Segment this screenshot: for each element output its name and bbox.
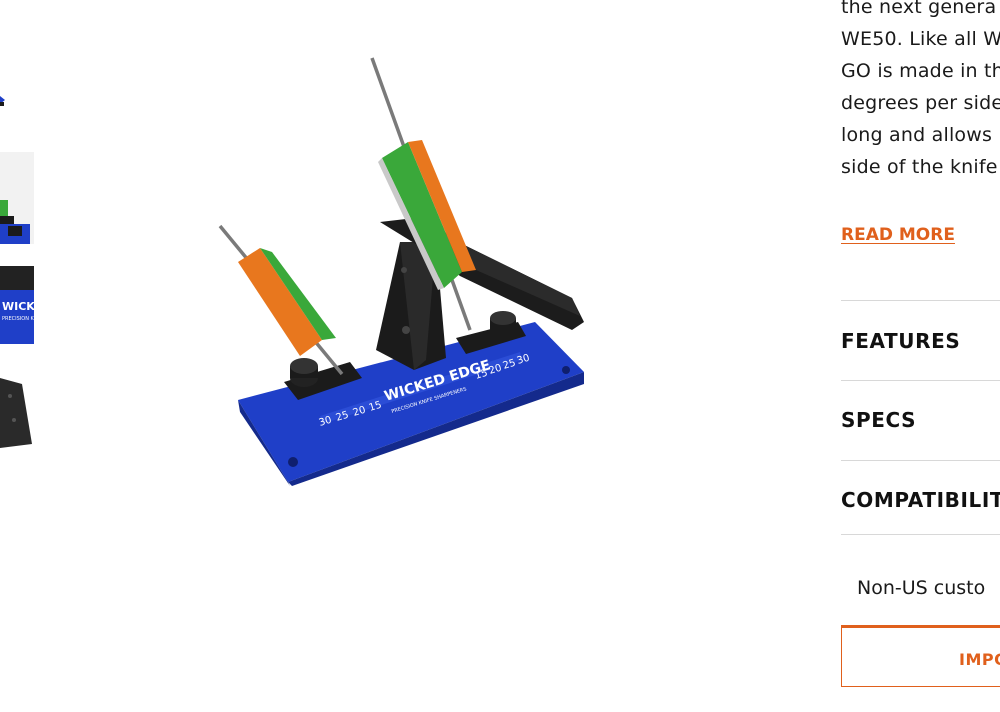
description-line: long and allows bbox=[841, 124, 993, 146]
thumbnail-1[interactable] bbox=[0, 88, 34, 112]
thumbnail-strip: WICKE PRECISION KN bbox=[0, 0, 36, 712]
thumbnail-2[interactable] bbox=[0, 152, 34, 244]
product-details: the next genera WE50. Like all W GO is m… bbox=[841, 0, 1000, 712]
import-button[interactable]: IMPO bbox=[841, 625, 1000, 687]
description-line: the next genera bbox=[841, 0, 997, 18]
import-button-label: IMPO bbox=[959, 650, 1000, 669]
divider bbox=[841, 300, 1000, 301]
accordion-features[interactable]: FEATURES bbox=[841, 329, 960, 353]
description-line: degrees per side bbox=[841, 92, 1000, 114]
svg-text:WICKE: WICKE bbox=[2, 300, 34, 313]
thumbnail-3[interactable]: WICKE PRECISION KN bbox=[0, 266, 34, 344]
svg-text:PRECISION KN: PRECISION KN bbox=[2, 316, 34, 322]
divider bbox=[841, 380, 1000, 381]
accordion-specs[interactable]: SPECS bbox=[841, 408, 916, 432]
read-more-link[interactable]: READ MORE bbox=[841, 225, 955, 245]
description-line: GO is made in th bbox=[841, 60, 1000, 82]
description-line: WE50. Like all W bbox=[841, 28, 1000, 50]
divider bbox=[841, 534, 1000, 535]
thumbnail-4[interactable] bbox=[0, 378, 34, 448]
divider bbox=[841, 460, 1000, 461]
product-image: WICKED EDGE PRECISION KNIFE SHARPENERS 3… bbox=[200, 40, 620, 500]
accordion-compatibility[interactable]: COMPATIBILIT bbox=[841, 488, 1000, 512]
shipping-notice: Non-US custo bbox=[857, 577, 986, 599]
description-line: side of the knife bbox=[841, 156, 998, 178]
left-sharpening-rod bbox=[218, 224, 344, 376]
